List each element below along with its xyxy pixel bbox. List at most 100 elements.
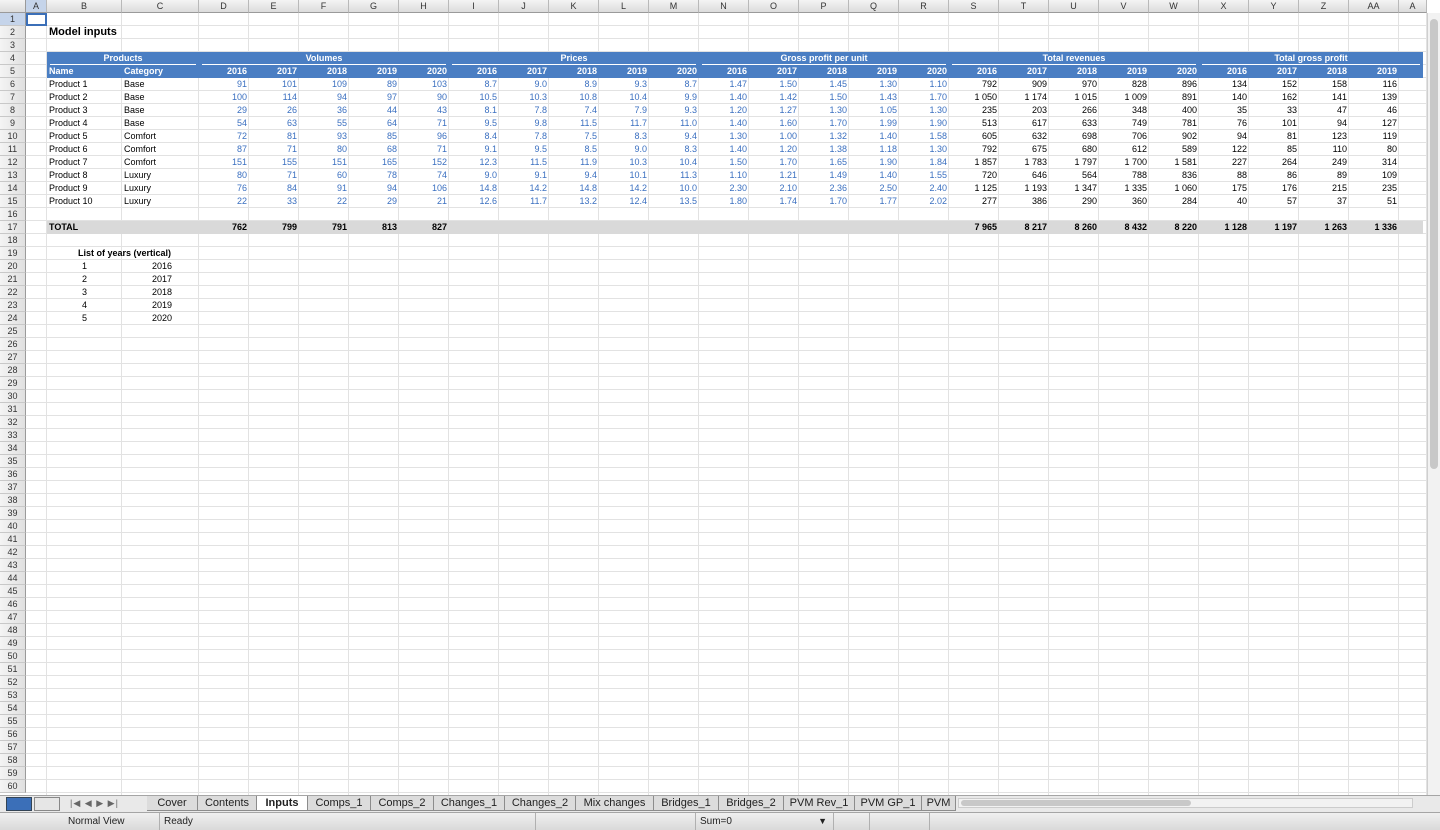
volume-cell[interactable]: 71 bbox=[249, 169, 299, 182]
revenue-cell[interactable]: 1 125 bbox=[949, 182, 999, 195]
volume-cell[interactable]: 22 bbox=[199, 195, 249, 208]
row-header-29[interactable]: 29 bbox=[0, 377, 26, 390]
row-header-41[interactable]: 41 bbox=[0, 533, 26, 546]
gp-per-unit-cell[interactable]: 1.38 bbox=[799, 143, 849, 156]
price-cell[interactable]: 8.3 bbox=[599, 130, 649, 143]
price-cell[interactable]: 11.3 bbox=[649, 169, 699, 182]
volume-cell[interactable]: 36 bbox=[299, 104, 349, 117]
gp-per-unit-cell[interactable]: 1.00 bbox=[749, 130, 799, 143]
row-header-53[interactable]: 53 bbox=[0, 689, 26, 702]
volume-cell[interactable]: 71 bbox=[399, 143, 449, 156]
price-cell[interactable]: 7.9 bbox=[599, 104, 649, 117]
revenue-cell[interactable]: 706 bbox=[1099, 130, 1149, 143]
revenue-cell[interactable]: 589 bbox=[1149, 143, 1199, 156]
gp-per-unit-cell[interactable]: 1.99 bbox=[849, 117, 899, 130]
gross-profit-cell[interactable]: 94 bbox=[1199, 130, 1249, 143]
row-header-24[interactable]: 24 bbox=[0, 312, 26, 325]
revenue-cell[interactable]: 1 060 bbox=[1149, 182, 1199, 195]
row-header-36[interactable]: 36 bbox=[0, 468, 26, 481]
price-cell[interactable]: 10.0 bbox=[649, 182, 699, 195]
volume-cell[interactable]: 87 bbox=[199, 143, 249, 156]
revenue-cell[interactable]: 1 050 bbox=[949, 91, 999, 104]
column-header-p[interactable]: P bbox=[799, 0, 849, 13]
product-name[interactable]: Product 3 bbox=[47, 104, 90, 117]
vertical-scrollbar[interactable] bbox=[1427, 13, 1440, 795]
select-all-corner[interactable] bbox=[0, 0, 26, 13]
gross-profit-cell[interactable]: 235 bbox=[1349, 182, 1399, 195]
revenue-cell[interactable]: 277 bbox=[949, 195, 999, 208]
row-header-11[interactable]: 11 bbox=[0, 143, 26, 156]
price-cell[interactable]: 7.5 bbox=[549, 130, 599, 143]
gross-profit-cell[interactable]: 51 bbox=[1349, 195, 1399, 208]
column-header-e[interactable]: E bbox=[249, 0, 299, 13]
revenue-cell[interactable]: 680 bbox=[1049, 143, 1099, 156]
price-cell[interactable]: 8.4 bbox=[449, 130, 499, 143]
column-header-v[interactable]: V bbox=[1099, 0, 1149, 13]
volume-cell[interactable]: 91 bbox=[199, 78, 249, 91]
gross-profit-cell[interactable]: 94 bbox=[1299, 117, 1349, 130]
price-cell[interactable]: 9.0 bbox=[449, 169, 499, 182]
volume-cell[interactable]: 55 bbox=[299, 117, 349, 130]
revenue-cell[interactable]: 1 700 bbox=[1099, 156, 1149, 169]
total-revenue-cell[interactable]: 8 260 bbox=[1049, 221, 1099, 234]
first-tab-icon[interactable]: |◀ bbox=[70, 798, 81, 808]
volume-cell[interactable]: 94 bbox=[299, 91, 349, 104]
gross-profit-cell[interactable]: 141 bbox=[1299, 91, 1349, 104]
row-header-42[interactable]: 42 bbox=[0, 546, 26, 559]
product-name[interactable]: Product 10 bbox=[47, 195, 95, 208]
column-header-aa[interactable]: AA bbox=[1349, 0, 1399, 13]
volume-cell[interactable]: 72 bbox=[199, 130, 249, 143]
total-revenue-cell[interactable]: 8 220 bbox=[1149, 221, 1199, 234]
gross-profit-cell[interactable]: 119 bbox=[1349, 130, 1399, 143]
gp-per-unit-cell[interactable]: 1.30 bbox=[799, 104, 849, 117]
year-list-index[interactable]: 1 bbox=[80, 260, 89, 273]
revenue-cell[interactable]: 909 bbox=[999, 78, 1049, 91]
price-cell[interactable]: 7.4 bbox=[549, 104, 599, 117]
product-name[interactable]: Product 9 bbox=[47, 182, 90, 195]
price-cell[interactable]: 10.4 bbox=[599, 91, 649, 104]
gp-per-unit-cell[interactable]: 1.10 bbox=[699, 169, 749, 182]
tab-pvm[interactable]: PVM bbox=[922, 796, 956, 811]
gross-profit-cell[interactable]: 249 bbox=[1299, 156, 1349, 169]
revenue-cell[interactable]: 1 335 bbox=[1099, 182, 1149, 195]
revenue-cell[interactable]: 632 bbox=[999, 130, 1049, 143]
revenue-cell[interactable]: 1 174 bbox=[999, 91, 1049, 104]
volume-cell[interactable]: 93 bbox=[299, 130, 349, 143]
volume-cell[interactable]: 84 bbox=[249, 182, 299, 195]
price-cell[interactable]: 9.5 bbox=[499, 143, 549, 156]
revenue-cell[interactable]: 781 bbox=[1149, 117, 1199, 130]
gross-profit-cell[interactable]: 101 bbox=[1249, 117, 1299, 130]
gp-per-unit-cell[interactable]: 1.70 bbox=[799, 195, 849, 208]
gross-profit-cell[interactable]: 33 bbox=[1249, 104, 1299, 117]
revenue-cell[interactable]: 646 bbox=[999, 169, 1049, 182]
gp-per-unit-cell[interactable]: 2.10 bbox=[749, 182, 799, 195]
revenue-cell[interactable]: 1 783 bbox=[999, 156, 1049, 169]
product-name[interactable]: Product 6 bbox=[47, 143, 90, 156]
next-tab-icon[interactable]: ▶ bbox=[96, 798, 104, 808]
gross-profit-cell[interactable]: 176 bbox=[1249, 182, 1299, 195]
gp-per-unit-cell[interactable]: 1.50 bbox=[799, 91, 849, 104]
row-header-5[interactable]: 5 bbox=[0, 65, 26, 78]
row-header-33[interactable]: 33 bbox=[0, 429, 26, 442]
row-header-17[interactable]: 17 bbox=[0, 221, 26, 234]
gp-per-unit-cell[interactable]: 1.45 bbox=[799, 78, 849, 91]
column-header-i[interactable]: I bbox=[449, 0, 499, 13]
price-cell[interactable]: 9.4 bbox=[649, 130, 699, 143]
column-header-b[interactable]: B bbox=[47, 0, 122, 13]
gp-per-unit-cell[interactable]: 1.47 bbox=[699, 78, 749, 91]
tab-nav-buttons[interactable]: |◀ ◀ ▶ ▶| bbox=[70, 796, 130, 811]
revenue-cell[interactable]: 1 009 bbox=[1099, 91, 1149, 104]
volume-cell[interactable]: 94 bbox=[349, 182, 399, 195]
revenue-cell[interactable]: 1 347 bbox=[1049, 182, 1099, 195]
total-revenue-cell[interactable]: 8 217 bbox=[999, 221, 1049, 234]
row-header-35[interactable]: 35 bbox=[0, 455, 26, 468]
row-header-21[interactable]: 21 bbox=[0, 273, 26, 286]
spreadsheet-grid[interactable]: A B C D E F G H I J K L M N O P Q R S T U V W X Y Z AA A 1 2 3 4 5 6 7 8 9 10… bbox=[0, 0, 1440, 795]
row-header-47[interactable]: 47 bbox=[0, 611, 26, 624]
volume-cell[interactable]: 81 bbox=[249, 130, 299, 143]
column-header-w[interactable]: W bbox=[1149, 0, 1199, 13]
row-header-34[interactable]: 34 bbox=[0, 442, 26, 455]
gp-per-unit-cell[interactable]: 1.58 bbox=[899, 130, 949, 143]
price-cell[interactable]: 10.3 bbox=[599, 156, 649, 169]
price-cell[interactable]: 9.3 bbox=[599, 78, 649, 91]
